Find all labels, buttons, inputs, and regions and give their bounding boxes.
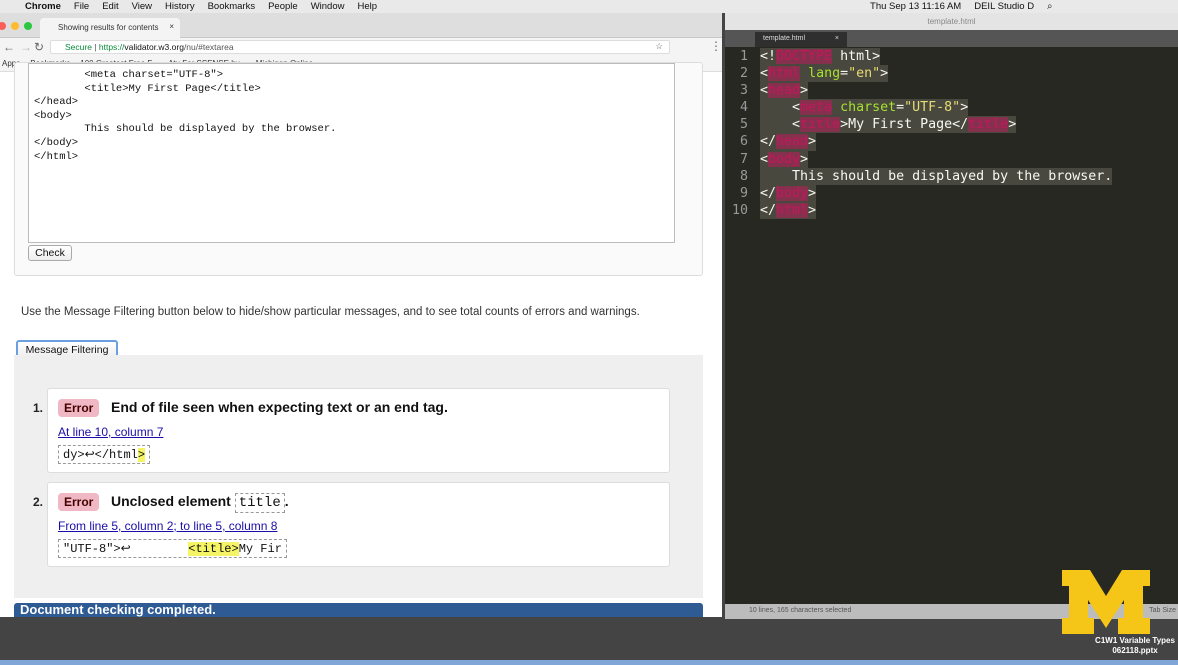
input-form: <meta charset="UTF-8"> <title>My First P… [14, 62, 703, 276]
menu-view[interactable]: View [132, 1, 152, 12]
validator-page: <meta charset="UTF-8"> <title>My First P… [0, 72, 722, 617]
error-badge: Error [58, 493, 99, 511]
completion-banner: Document checking completed. [14, 603, 703, 617]
user-name[interactable]: DEIL Studio D [974, 1, 1034, 12]
tab-bar: Showing results for contents × [0, 13, 722, 38]
address-bar: ← → ↻ Secure | https://validator.w3.org/… [0, 38, 722, 56]
error-badge: Error [58, 399, 99, 417]
clock[interactable]: Thu Sep 13 11:16 AM [870, 1, 961, 12]
menu-app[interactable]: Chrome [25, 1, 61, 12]
chrome-window: Showing results for contents × ← → ↻ Sec… [0, 13, 722, 617]
filter-instructions: Use the Message Filtering button below t… [21, 305, 681, 319]
sublime-editor: template.html template.html× 1<!DOCTYPE … [725, 13, 1178, 619]
minimize-window-button[interactable] [11, 22, 19, 30]
secure-label: Secure [65, 42, 92, 52]
code-extract: dy>↩</html> [58, 445, 150, 464]
error-message: 1. Error End of file seen when expecting… [47, 388, 670, 473]
results-panel: 1. Error End of file seen when expecting… [14, 355, 703, 598]
url-prefix: https:// [99, 42, 125, 52]
menu-edit[interactable]: Edit [102, 1, 118, 12]
tab-size[interactable]: Tab Size [1149, 607, 1176, 614]
message-number: 1. [33, 401, 43, 415]
bottom-strip [0, 660, 1178, 665]
search-icon[interactable]: ⌕ [1047, 1, 1052, 12]
menu-icon[interactable]: ⋮ [710, 39, 722, 53]
menu-window[interactable]: Window [311, 1, 345, 12]
editor-tab[interactable]: template.html× [755, 32, 847, 47]
menu-file[interactable]: File [74, 1, 89, 12]
menu-help[interactable]: Help [357, 1, 377, 12]
menu-bookmarks[interactable]: Bookmarks [208, 1, 256, 12]
url-host: validator.w3.org [124, 42, 184, 52]
mac-menubar: Chrome File Edit View History Bookmarks … [0, 0, 1178, 13]
menu-history[interactable]: History [165, 1, 195, 12]
location-link[interactable]: From line 5, column 2; to line 5, column… [58, 519, 277, 533]
back-icon[interactable]: ← [3, 40, 15, 54]
close-window-button[interactable] [0, 22, 6, 30]
menu-people[interactable]: People [268, 1, 298, 12]
editor-tab-bar: template.html× [725, 30, 1178, 47]
close-tab-icon[interactable]: × [835, 35, 839, 42]
maximize-window-button[interactable] [24, 22, 32, 30]
code-area[interactable]: 1<!DOCTYPE html> 2<html lang="en"> 3<hea… [725, 48, 1178, 219]
message-title: Unclosed element title. [111, 493, 289, 511]
editor-title: template.html [725, 13, 1178, 30]
michigan-m-logo [1060, 570, 1152, 634]
check-button[interactable]: Check [28, 245, 72, 261]
star-icon[interactable]: ☆ [655, 41, 663, 52]
close-tab-icon[interactable]: × [169, 22, 174, 31]
url-input[interactable]: Secure | https://validator.w3.org/nu/#te… [50, 40, 670, 54]
video-caption: C1W1 Variable Types 062118.pptx [1090, 636, 1178, 656]
message-title: End of file seen when expecting text or … [111, 399, 448, 415]
tab-title: Showing results for contents [58, 23, 159, 32]
url-path: /nu/#textarea [184, 42, 234, 52]
code-extract: "UTF-8">↩ <title>My Fir [58, 539, 287, 558]
message-number: 2. [33, 495, 43, 509]
reload-icon[interactable]: ↻ [34, 40, 44, 54]
browser-tab[interactable]: Showing results for contents × [40, 18, 180, 38]
source-textarea[interactable]: <meta charset="UTF-8"> <title>My First P… [28, 63, 675, 243]
error-message: 2. Error Unclosed element title. From li… [47, 482, 670, 567]
forward-icon[interactable]: → [20, 40, 32, 54]
location-link[interactable]: At line 10, column 7 [58, 425, 163, 439]
